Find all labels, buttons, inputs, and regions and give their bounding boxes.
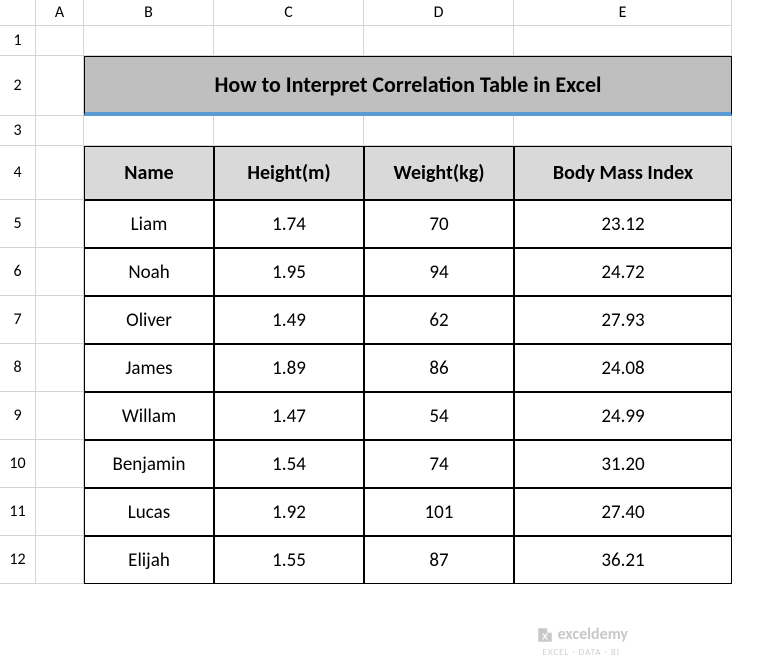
cell-b1[interactable]	[84, 26, 214, 56]
table-cell[interactable]: Benjamin	[84, 440, 214, 488]
table-cell[interactable]: 1.74	[214, 200, 364, 248]
cell-e3[interactable]	[514, 116, 732, 146]
watermark: exceldemy	[536, 625, 628, 644]
row-header-9[interactable]: 9	[0, 392, 36, 440]
table-cell[interactable]: Elijah	[84, 536, 214, 584]
table-cell[interactable]: 1.95	[214, 248, 364, 296]
table-header-height[interactable]: Height(m)	[214, 146, 364, 200]
col-header-b[interactable]: B	[84, 0, 214, 26]
cell-b3[interactable]	[84, 116, 214, 146]
table-cell[interactable]: 24.72	[514, 248, 732, 296]
row-header-12[interactable]: 12	[0, 536, 36, 584]
table-cell[interactable]: 86	[364, 344, 514, 392]
table-cell[interactable]: 23.12	[514, 200, 732, 248]
cell-a1[interactable]	[36, 26, 84, 56]
table-cell[interactable]: 27.40	[514, 488, 732, 536]
table-cell[interactable]: 24.08	[514, 344, 732, 392]
cell-a4[interactable]	[36, 146, 84, 200]
excel-icon	[536, 626, 554, 644]
cell-c3[interactable]	[214, 116, 364, 146]
cell-a5[interactable]	[36, 200, 84, 248]
row-header-4[interactable]: 4	[0, 146, 36, 200]
table-header-bmi[interactable]: Body Mass Index	[514, 146, 732, 200]
row-header-5[interactable]: 5	[0, 200, 36, 248]
row-header-8[interactable]: 8	[0, 344, 36, 392]
cell-a9[interactable]	[36, 392, 84, 440]
table-cell[interactable]: 62	[364, 296, 514, 344]
table-cell[interactable]: 1.47	[214, 392, 364, 440]
table-cell[interactable]: Oliver	[84, 296, 214, 344]
table-cell[interactable]: 27.93	[514, 296, 732, 344]
table-cell[interactable]: 70	[364, 200, 514, 248]
col-header-a[interactable]: A	[36, 0, 84, 26]
row-header-6[interactable]: 6	[0, 248, 36, 296]
cell-a7[interactable]	[36, 296, 84, 344]
cell-a8[interactable]	[36, 344, 84, 392]
row-header-1[interactable]: 1	[0, 26, 36, 56]
table-cell[interactable]: 24.99	[514, 392, 732, 440]
col-header-d[interactable]: D	[364, 0, 514, 26]
row-header-10[interactable]: 10	[0, 440, 36, 488]
table-cell[interactable]: 87	[364, 536, 514, 584]
row-header-7[interactable]: 7	[0, 296, 36, 344]
table-header-name[interactable]: Name	[84, 146, 214, 200]
table-cell[interactable]: 54	[364, 392, 514, 440]
cell-a12[interactable]	[36, 536, 84, 584]
table-cell[interactable]: 74	[364, 440, 514, 488]
cell-a6[interactable]	[36, 248, 84, 296]
row-header-3[interactable]: 3	[0, 116, 36, 146]
table-cell[interactable]: Lucas	[84, 488, 214, 536]
cell-d1[interactable]	[364, 26, 514, 56]
table-cell[interactable]: 101	[364, 488, 514, 536]
row-header-2[interactable]: 2	[0, 56, 36, 116]
table-cell[interactable]: James	[84, 344, 214, 392]
cell-e1[interactable]	[514, 26, 732, 56]
table-cell[interactable]: Willam	[84, 392, 214, 440]
table-cell[interactable]: 1.89	[214, 344, 364, 392]
cell-a11[interactable]	[36, 488, 84, 536]
table-cell[interactable]: 36.21	[514, 536, 732, 584]
table-cell[interactable]: 1.92	[214, 488, 364, 536]
watermark-text: exceldemy	[558, 625, 628, 644]
cell-d3[interactable]	[364, 116, 514, 146]
table-cell[interactable]: 1.49	[214, 296, 364, 344]
col-header-e[interactable]: E	[514, 0, 732, 26]
title-cell[interactable]: How to Interpret Correlation Table in Ex…	[84, 56, 732, 116]
table-cell[interactable]: 94	[364, 248, 514, 296]
table-cell[interactable]: 1.55	[214, 536, 364, 584]
cell-a10[interactable]	[36, 440, 84, 488]
spreadsheet-grid: A B C D E 1 2 How to Interpret Correlati…	[0, 0, 768, 584]
cell-a2[interactable]	[36, 56, 84, 116]
col-header-c[interactable]: C	[214, 0, 364, 26]
table-cell[interactable]: 1.54	[214, 440, 364, 488]
table-header-weight[interactable]: Weight(kg)	[364, 146, 514, 200]
row-header-11[interactable]: 11	[0, 488, 36, 536]
cell-c1[interactable]	[214, 26, 364, 56]
table-cell[interactable]: Noah	[84, 248, 214, 296]
table-cell[interactable]: 31.20	[514, 440, 732, 488]
watermark-subtext: EXCEL · DATA · BI	[543, 647, 620, 658]
select-all-corner[interactable]	[0, 0, 36, 26]
cell-a3[interactable]	[36, 116, 84, 146]
table-cell[interactable]: Liam	[84, 200, 214, 248]
